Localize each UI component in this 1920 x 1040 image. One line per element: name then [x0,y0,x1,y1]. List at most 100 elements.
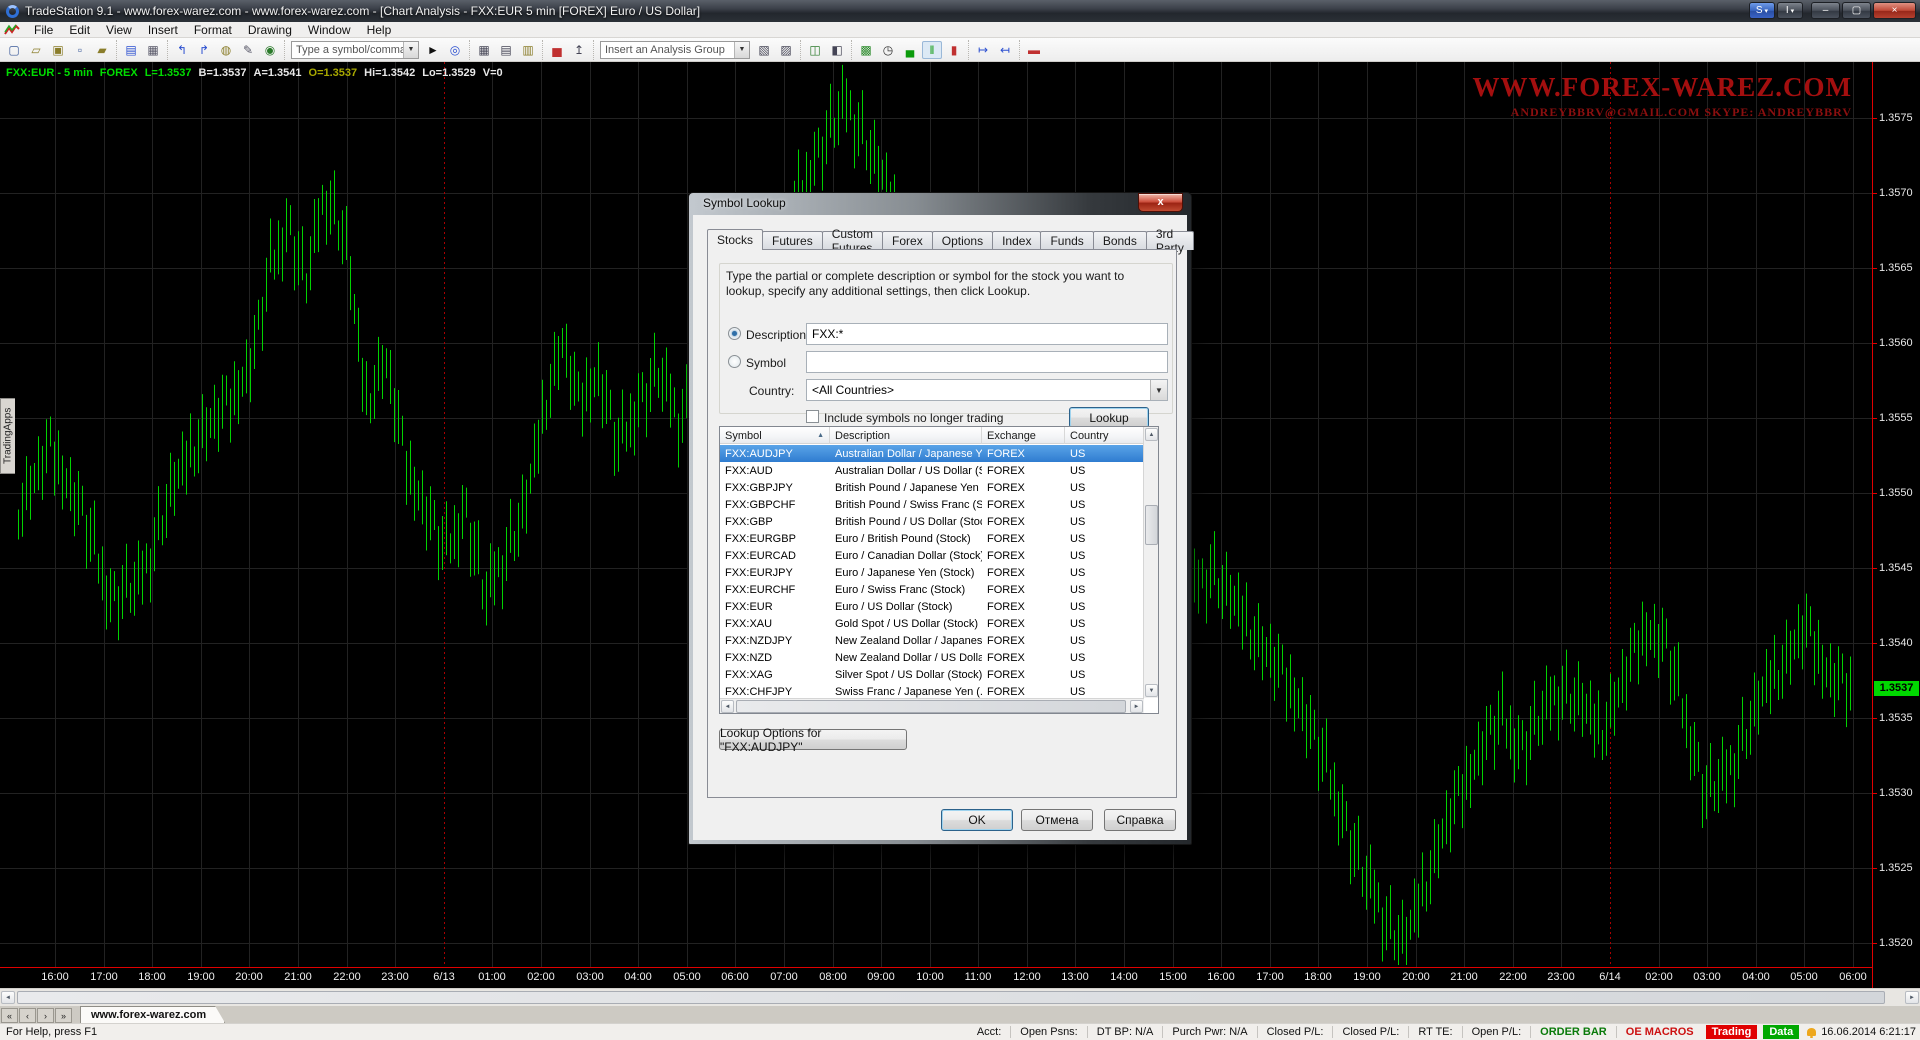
open-window-icon[interactable]: ▰ [92,41,112,59]
workspace-tab[interactable]: www.forex-warez.com [80,1006,225,1023]
table-row[interactable]: FXX:EURGBPEuro / British Pound (Stock)FO… [720,530,1144,547]
time-axis[interactable]: 16:0017:0018:0019:0020:0021:0022:0023:00… [0,968,1872,988]
interval-clock-icon[interactable]: ◷ [878,41,898,59]
vertical-scrollbar[interactable]: ▲ ▼ [1143,427,1158,698]
chevron-down-icon[interactable]: ▼ [403,42,418,58]
symbol-input[interactable] [806,351,1168,373]
menu-insert[interactable]: Insert [140,22,186,38]
tab-bonds[interactable]: Bonds [1093,231,1147,250]
tab-custom-futures[interactable]: Custom Futures [822,231,883,250]
menu-help[interactable]: Help [359,22,400,38]
menu-edit[interactable]: Edit [61,22,98,38]
table-row[interactable]: FXX:GBPCHFBritish Pound / Swiss Franc (S… [720,496,1144,513]
menu-window[interactable]: Window [300,22,359,38]
next-workspace-icon[interactable]: › [37,1008,54,1023]
table-row[interactable]: FXX:GBPJPYBritish Pound / Japanese Yen (… [720,479,1144,496]
tab-forex[interactable]: Forex [882,231,933,250]
strategy-s-button[interactable]: S ▾ [1749,2,1775,19]
data-status-chip[interactable]: Data [1763,1025,1799,1039]
table-row[interactable]: FXX:NZDJPYNew Zealand Dollar / Japanes..… [720,632,1144,649]
table-row[interactable]: FXX:AUDJPYAustralian Dollar / Japanese Y… [720,445,1144,462]
menu-format[interactable]: Format [186,22,240,38]
order-bar-link[interactable]: ORDER BAR [1531,1026,1617,1038]
tab-futures[interactable]: Futures [762,231,823,250]
column-header-description[interactable]: Description [830,427,982,444]
web-browser-icon[interactable]: ◉ [260,41,280,59]
radarscreen-window-icon[interactable]: ▤ [496,41,516,59]
table-row[interactable]: FXX:XAUGold Spot / US Dollar (Stock)FORE… [720,615,1144,632]
bar-spacing-in-icon[interactable]: ↦ [973,41,993,59]
tab-funds[interactable]: Funds [1040,231,1093,250]
open-workspace-icon[interactable]: ▱ [26,41,46,59]
edit-window-icon[interactable]: ▨ [776,41,796,59]
scroll-down-icon[interactable]: ▼ [1145,684,1158,697]
cancel-button[interactable]: Отмена [1021,809,1093,831]
dialog-close-icon[interactable]: x [1138,193,1183,212]
chevron-down-icon[interactable]: ▼ [734,42,749,58]
table-row[interactable]: FXX:EURCHFEuro / Swiss Franc (Stock)FORE… [720,581,1144,598]
candlestick-style-icon[interactable]: ▮ [944,41,964,59]
ok-button[interactable]: OK [941,809,1013,831]
column-header-exchange[interactable]: Exchange [982,427,1065,444]
prev-workspace-icon[interactable]: ‹ [19,1008,36,1023]
tab-options[interactable]: Options [932,231,993,250]
minimize-button[interactable]: – [1811,2,1840,19]
symbol-lookup-icon[interactable]: ◎ [445,41,465,59]
tab-stocks[interactable]: Stocks [707,229,763,250]
trading-status-chip[interactable]: Trading [1706,1025,1758,1039]
lookup-options-button[interactable]: Lookup Options for "FXX:AUDJPY" [719,729,907,750]
symbol-radio[interactable] [728,355,741,368]
table-row[interactable]: FXX:EURCADEuro / Canadian Dollar (Stock)… [720,547,1144,564]
chart-scroll-thumb[interactable] [17,991,1885,1004]
last-workspace-icon[interactable]: » [55,1008,72,1023]
oe-macros-link[interactable]: OE MACROS [1617,1026,1703,1038]
new-chart-icon[interactable]: ◧ [827,41,847,59]
tradingapps-dock-tab[interactable]: TradingApps [0,398,15,474]
scroll-right-icon[interactable]: ► [1130,700,1143,713]
bar-spacing-out-icon[interactable]: ↤ [995,41,1015,59]
toolbar-symbol-command-input[interactable]: Type a symbol/command▼ [291,41,419,59]
bar-style-icon[interactable]: ‖ [922,41,942,59]
table-row[interactable]: FXX:EURJPYEuro / Japanese Yen (Stock)FOR… [720,564,1144,581]
quote-board-icon[interactable]: ▥ [518,41,538,59]
column-header-symbol[interactable]: Symbol▲ [720,427,830,444]
chart-analysis-icon[interactable]: ◫ [805,41,825,59]
description-input[interactable]: FXX:* [806,323,1168,345]
volume-graph-icon[interactable]: ▄ [900,41,920,59]
indicator-i-button[interactable]: I ▾ [1777,2,1803,19]
new-workspace-icon[interactable]: ▢ [4,41,24,59]
hot-list-icon[interactable]: ▅ [547,41,567,59]
horizontal-scrollbar[interactable]: ◄ ► [720,698,1144,713]
scroll-right-icon[interactable]: ► [1905,991,1919,1004]
export-data-icon[interactable]: ↱ [194,41,214,59]
country-dropdown[interactable]: <All Countries> ▼ [806,379,1168,401]
close-button[interactable]: × [1873,2,1916,19]
vertical-scroll-thumb[interactable] [1145,505,1158,545]
new-window-icon[interactable]: ▫ [70,41,90,59]
print-icon[interactable]: ▦ [143,41,163,59]
run-command-icon[interactable]: ► [423,41,443,59]
price-axis[interactable]: 1.35751.35701.35651.35601.35551.35501.35… [1873,62,1920,988]
maximize-button[interactable]: ▢ [1842,2,1871,19]
first-workspace-icon[interactable]: « [1,1008,18,1023]
import-data-icon[interactable]: ↰ [172,41,192,59]
help-button[interactable]: Справка [1104,809,1176,831]
chart-horizontal-scrollbar[interactable]: ◄ ► [0,988,1920,1006]
table-row[interactable]: FXX:NZDNew Zealand Dollar / US Dolla...F… [720,649,1144,666]
lookup-button[interactable]: Lookup [1069,407,1149,428]
format-painter-icon[interactable]: ✎ [238,41,258,59]
order-bar-icon[interactable]: ▬ [1024,41,1044,59]
matrix-window-icon[interactable]: ▦ [474,41,494,59]
tile-windows-icon[interactable]: ▧ [754,41,774,59]
tab-3rd-party[interactable]: 3rd Party [1146,231,1194,250]
scroll-up-icon[interactable]: ▲ [1145,428,1158,441]
table-row[interactable]: FXX:AUDAustralian Dollar / US Dollar (St… [720,462,1144,479]
toolbar-analysis-group-input[interactable]: Insert an Analysis Group▼ [600,41,750,59]
save-desktop-icon[interactable]: ▤ [121,41,141,59]
scanner-grid-icon[interactable]: ▩ [856,41,876,59]
menu-drawing[interactable]: Drawing [240,22,300,38]
table-row[interactable]: FXX:XAGSilver Spot / US Dollar (Stock)FO… [720,666,1144,683]
lock-workspace-icon[interactable]: ◍ [216,41,236,59]
description-radio[interactable] [728,327,741,340]
data-window-icon[interactable]: ↥ [569,41,589,59]
